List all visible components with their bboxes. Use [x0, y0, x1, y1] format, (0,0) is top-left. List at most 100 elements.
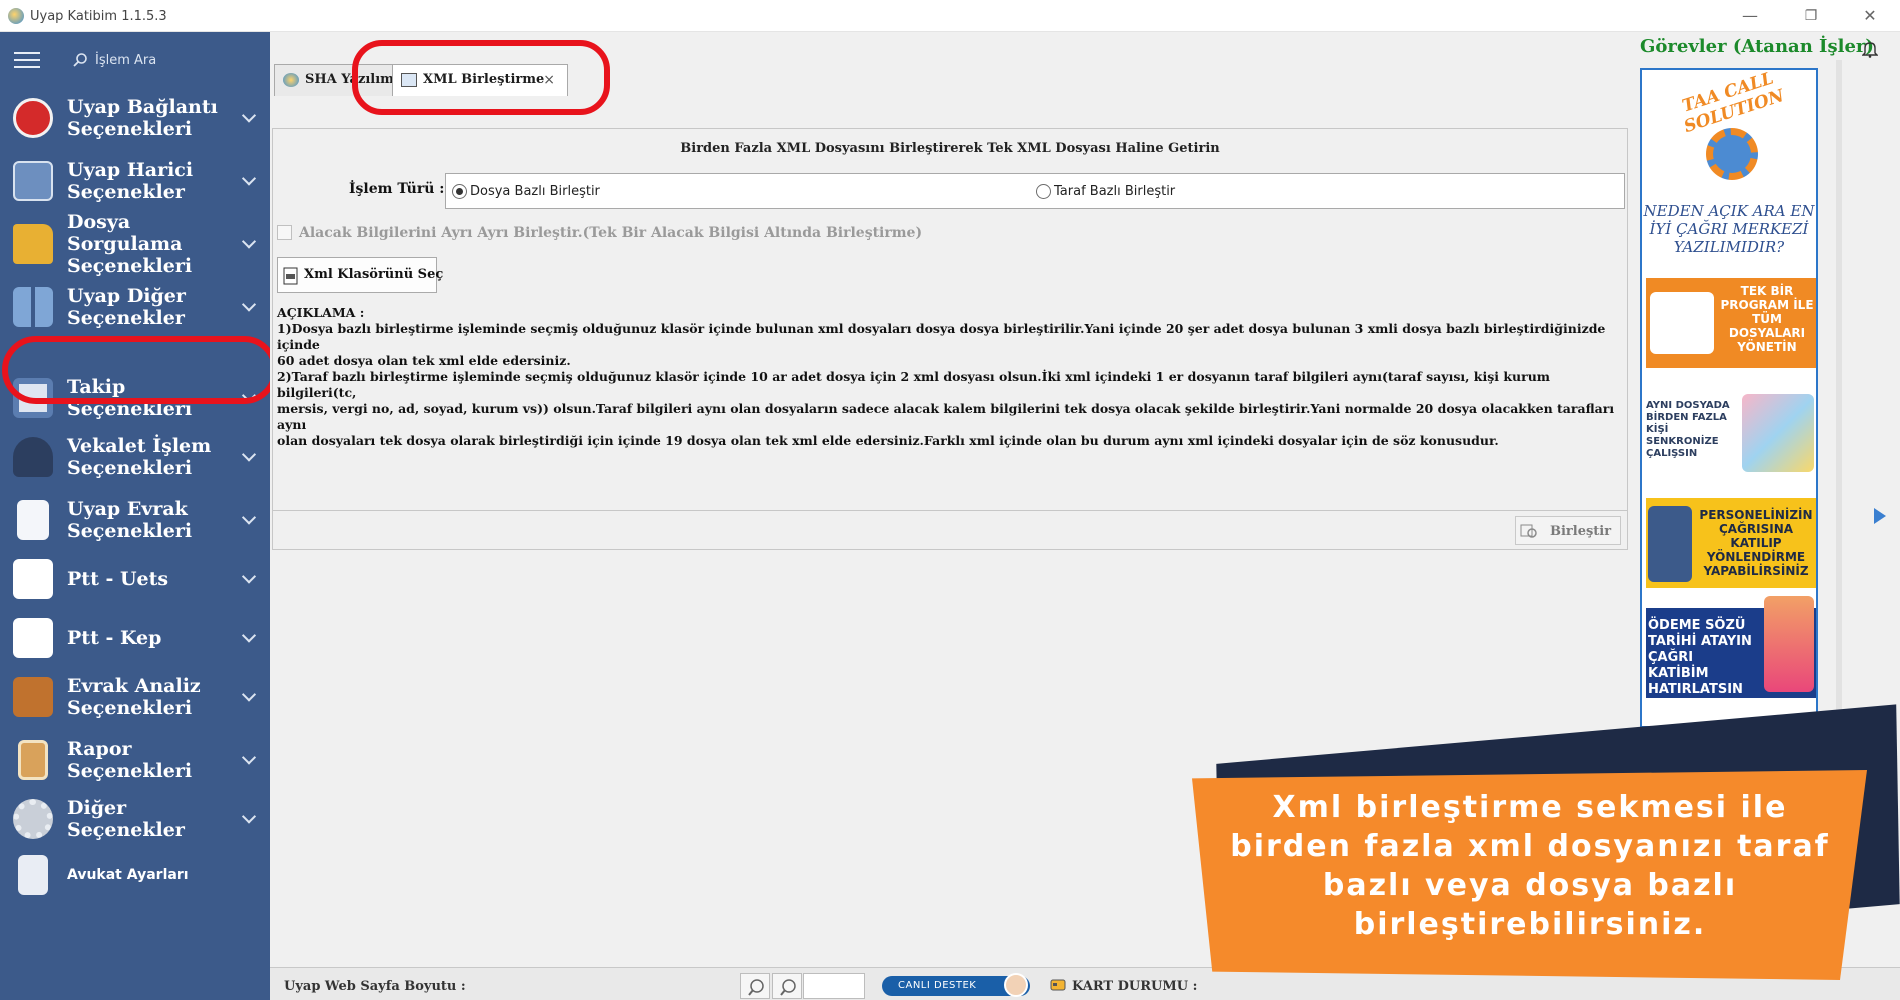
minimize-button[interactable]: —	[1732, 4, 1768, 28]
panel-title: Birden Fazla XML Dosyasını Birleştirerek…	[680, 141, 1220, 156]
card-status-icon	[1050, 979, 1066, 991]
chevron-down-icon	[241, 510, 257, 525]
sidebar-item-uyap-diger[interactable]: Uyap Diğer Seçenekler	[0, 276, 270, 338]
ad-card-text: TEK BİR PROGRAM İLE TÜM DOSYALARI YÖNETİ…	[1720, 284, 1814, 354]
sidebar-item-diger[interactable]: Diğer Seçenekler	[0, 788, 270, 850]
sidebar-item-label: Dosya Sorgulama Seçenekleri	[67, 211, 193, 277]
merge-button[interactable]: Birleştir	[1515, 516, 1621, 545]
xml-merge-panel: Birden Fazla XML Dosyasını Birleştirerek…	[272, 128, 1628, 513]
grid-icon	[13, 287, 53, 327]
zoom-in-icon	[780, 979, 796, 996]
sidebar-item-evrak-analiz[interactable]: Evrak Analiz Seçenekleri	[0, 666, 270, 728]
close-button[interactable]: ✕	[1852, 4, 1888, 28]
sidebar-item-avukat-ayarlari[interactable]: Avukat Ayarları	[0, 844, 270, 906]
highlight-ring-tab	[352, 40, 610, 115]
ad-card-text: AYNI DOSYADA BİRDEN FAZLA KİŞİ SENKRONİZ…	[1646, 400, 1730, 459]
sidebar-item-uyap-baglanti[interactable]: Uyap Bağlantı Seçenekleri	[0, 87, 270, 149]
folder-icon	[13, 224, 53, 264]
sidebar-item-ptt-uets[interactable]: Ptt - Uets	[0, 548, 270, 610]
zoom-in-button[interactable]	[772, 973, 802, 999]
chevron-down-icon	[241, 628, 257, 643]
uyap-logo-icon	[13, 98, 53, 138]
sidebar-item-vekalet[interactable]: Vekalet İşlem Seçenekleri	[0, 426, 270, 488]
title-bar: Uyap Katibim 1.1.5.3 — ❐ ✕	[0, 0, 1900, 32]
operation-type-group: Dosya Bazlı Birleştir Taraf Bazlı Birleş…	[445, 173, 1625, 209]
select-xml-folder-button[interactable]: Xml Klasörünü Seç	[277, 257, 443, 293]
sidebar-item-label: Uyap Diğer Seçenekler	[67, 285, 186, 329]
agent-illustration-icon	[1648, 506, 1692, 582]
page-size-field[interactable]	[803, 973, 865, 999]
sidebar-item-rapor[interactable]: Rapor Seçenekleri	[0, 729, 270, 791]
chevron-down-icon	[241, 108, 257, 123]
search-label[interactable]: İşlem Ara	[95, 53, 156, 68]
chevron-down-icon	[241, 750, 257, 765]
chevron-down-icon	[241, 297, 257, 312]
team-illustration-icon	[1742, 394, 1814, 472]
sidebar-item-uyap-harici[interactable]: Uyap Harici Seçenekler	[0, 150, 270, 212]
live-support-button[interactable]: CANLI DESTEK	[882, 973, 1030, 997]
alacak-checkbox-label[interactable]: Alacak Bilgilerini Ayrı Ayrı Birleştir.(…	[299, 225, 922, 241]
sidebar-item-label: Ptt - Kep	[67, 627, 162, 649]
briefcase-icon	[13, 677, 53, 717]
ad-question: NEDEN AÇIK ARA EN İYİ ÇAĞRI MERKEZİ YAZI…	[1643, 202, 1815, 256]
sidebar-item-label: Avukat Ayarları	[67, 867, 189, 883]
operation-type-label: İşlem Türü :	[349, 181, 445, 197]
chevron-down-icon	[241, 447, 257, 462]
help-book-icon	[13, 161, 53, 201]
calendar-illustration-icon	[1764, 596, 1814, 692]
merge-icon	[1520, 524, 1537, 538]
live-support-label: CANLI DESTEK	[898, 980, 977, 991]
sidebar-item-label: Diğer Seçenekler	[67, 797, 185, 841]
highlight-ring-sidebar	[2, 336, 278, 404]
sidebar-item-label: Uyap Harici Seçenekler	[67, 159, 194, 203]
ad-card: AYNI DOSYADA BİRDEN FAZLA KİŞİ SENKRONİZ…	[1646, 388, 1816, 478]
sidebar-item-ptt-kep[interactable]: Ptt - Kep	[0, 607, 270, 669]
hamburger-menu-icon[interactable]	[14, 52, 40, 68]
sidebar-item-label: Uyap Bağlantı Seçenekleri	[67, 96, 218, 140]
sidebar-item-label: Vekalet İşlem Seçenekleri	[67, 435, 212, 479]
search-icon[interactable]	[72, 52, 88, 68]
support-agent-avatar	[1004, 973, 1028, 997]
select-xml-folder-label: Xml Klasörünü Seç	[304, 267, 444, 282]
radio-taraf-bazli-label[interactable]: Taraf Bazlı Birleştir	[1054, 184, 1175, 199]
window-title: Uyap Katibim 1.1.5.3	[30, 9, 167, 24]
expand-arrow-icon[interactable]	[1874, 508, 1886, 524]
sidebar-item-label: Uyap Evrak Seçenekleri	[67, 498, 193, 542]
sidebar-item-label: Ptt - Uets	[67, 568, 169, 590]
alacak-checkbox[interactable]	[277, 225, 292, 240]
page-size-label: Uyap Web Sayfa Boyutu :	[284, 979, 466, 994]
sidebar-item-dosya-sorgulama[interactable]: Dosya Sorgulama Seçenekleri	[0, 211, 270, 277]
ad-card: ÖDEME SÖZÜ TARİHİ ATAYIN ÇAĞRI KATİBİM H…	[1646, 596, 1816, 698]
bell-icon[interactable]	[1862, 40, 1878, 58]
radio-taraf-bazli[interactable]	[1036, 184, 1051, 199]
radio-dosya-bazli[interactable]	[452, 184, 467, 199]
gear-icon	[13, 799, 53, 839]
ad-card-text: PERSONELİNİZİN ÇAĞRISINA KATILIP YÖNLEND…	[1699, 508, 1813, 578]
laptop-illustration-icon	[1650, 292, 1714, 354]
clipboard-icon	[18, 740, 48, 780]
ptt-icon	[13, 618, 53, 658]
app-window: Uyap Katibim 1.1.5.3 — ❐ ✕ İşlem Ara Uya…	[0, 0, 1900, 1000]
zoom-out-button[interactable]	[740, 973, 770, 999]
sidebar-item-label: Rapor Seçenekleri	[67, 738, 193, 782]
document-icon	[17, 500, 49, 540]
card-status-label: KART DURUMU :	[1072, 979, 1198, 994]
tasks-title[interactable]: Görevler (Atanan İşler)	[1640, 36, 1874, 57]
chevron-down-icon	[241, 569, 257, 584]
ad-card-text: ÖDEME SÖZÜ TARİHİ ATAYIN ÇAĞRI KATİBİM H…	[1648, 618, 1752, 697]
description-text: AÇIKLAMA : 1)Dosya bazlı birleştirme işl…	[277, 305, 1615, 448]
chevron-down-icon	[241, 687, 257, 702]
restore-button[interactable]: ❐	[1793, 4, 1829, 28]
radio-dosya-bazli-label[interactable]: Dosya Bazlı Birleştir	[470, 184, 600, 199]
xml-file-icon	[283, 267, 298, 285]
sha-logo-icon	[283, 73, 299, 87]
ad-card: TEK BİR PROGRAM İLE TÜM DOSYALARI YÖNETİ…	[1646, 278, 1816, 368]
zoom-out-icon	[748, 979, 764, 996]
ad-gear-icon	[1706, 128, 1758, 180]
callout-text: Xml birleştirme sekmesi ile birden fazla…	[1230, 790, 1830, 942]
merge-button-label: Birleştir	[1550, 524, 1612, 539]
sidebar-item-uyap-evrak[interactable]: Uyap Evrak Seçenekleri	[0, 489, 270, 551]
advertisement-panel[interactable]: TAA CALL SOLUTION NEDEN AÇIK ARA EN İYİ …	[1640, 68, 1818, 728]
chevron-down-icon	[241, 171, 257, 186]
chevron-down-icon	[241, 234, 257, 249]
